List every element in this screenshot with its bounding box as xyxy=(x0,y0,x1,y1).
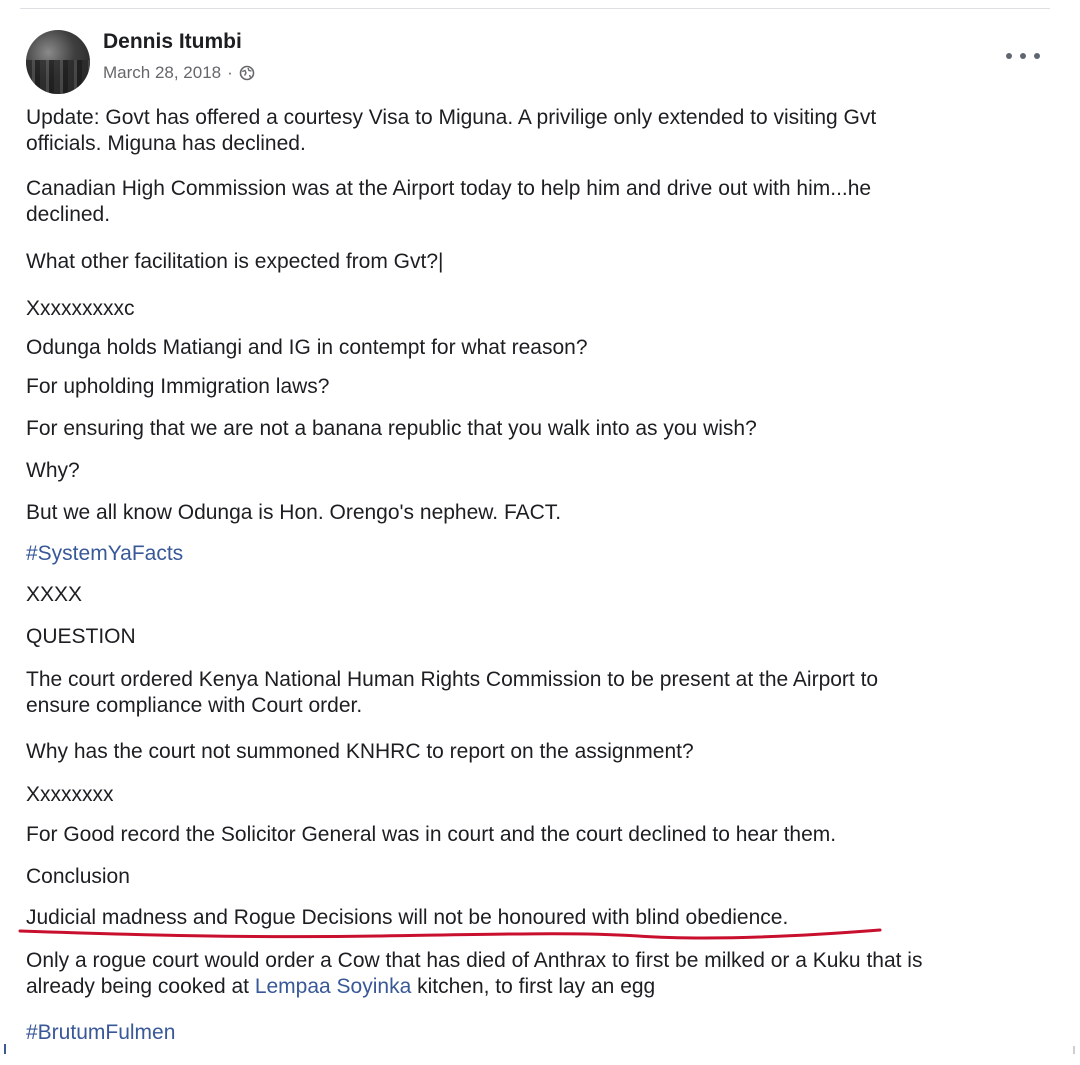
paragraph-line: Update: Govt has offered a courtesy Visa… xyxy=(26,106,877,129)
top-divider xyxy=(20,8,1050,9)
facebook-post: Dennis Itumbi March 28, 2018 · Update: G… xyxy=(0,0,1080,1065)
paragraph-line: already being cooked at Lempaa Soyinka k… xyxy=(26,974,1056,1000)
paragraph: Why? xyxy=(26,459,80,482)
hand-drawn-underline xyxy=(18,928,882,940)
mention-link[interactable]: Lempaa Soyinka xyxy=(255,975,411,998)
avatar[interactable] xyxy=(26,30,90,94)
paragraph: Odunga holds Matiangi and IG in contempt… xyxy=(26,336,588,359)
paragraph: Xxxxxxxxxc xyxy=(26,297,135,320)
paragraph: Conclusion xyxy=(26,865,130,888)
edge-mark xyxy=(1073,1046,1075,1054)
paragraph: For upholding Immigration laws? xyxy=(26,375,330,398)
paragraph-line: officials. Miguna has declined. xyxy=(26,132,306,155)
paragraph: For ensuring that we are not a banana re… xyxy=(26,417,757,440)
author-name[interactable]: Dennis Itumbi xyxy=(103,30,242,54)
paragraph: QUESTION xyxy=(26,625,136,648)
paragraph-line: declined. xyxy=(26,203,111,226)
paragraph: Update: Govt has offered a courtesy Visa… xyxy=(26,105,1056,157)
paragraph: For Good record the Solicitor General wa… xyxy=(26,823,837,846)
globe-icon xyxy=(239,65,255,81)
text-fragment: already being cooked at xyxy=(26,975,255,998)
post-meta: March 28, 2018 · xyxy=(103,63,255,83)
hashtag-link[interactable]: #SystemYaFacts xyxy=(26,541,1056,567)
paragraph-line: ensure compliance with Court order. xyxy=(26,694,363,717)
paragraph: XXXX xyxy=(26,583,83,606)
hashtag-link[interactable]: #BrutumFulmen xyxy=(26,1020,1056,1046)
edge-mark xyxy=(4,1044,6,1054)
text-fragment: kitchen, to first lay an egg xyxy=(411,975,656,998)
paragraph: Only a rogue court would order a Cow tha… xyxy=(26,948,1056,1000)
paragraph: Why has the court not summoned KNHRC to … xyxy=(26,740,694,763)
paragraph: But we all know Odunga is Hon. Orengo's … xyxy=(26,501,562,524)
post-date[interactable]: March 28, 2018 xyxy=(103,63,221,83)
paragraph: The court ordered Kenya National Human R… xyxy=(26,667,1056,719)
paragraph: Canadian High Commission was at the Airp… xyxy=(26,176,1056,228)
paragraph: Xxxxxxxx xyxy=(26,783,114,806)
meta-separator: · xyxy=(227,63,233,82)
paragraph-line: The court ordered Kenya National Human R… xyxy=(26,668,879,691)
paragraph-line: Only a rogue court would order a Cow tha… xyxy=(26,949,923,972)
more-options-icon[interactable] xyxy=(1006,44,1040,68)
paragraph-line: Canadian High Commission was at the Airp… xyxy=(26,177,872,200)
paragraph: What other facilitation is expected from… xyxy=(26,250,444,273)
